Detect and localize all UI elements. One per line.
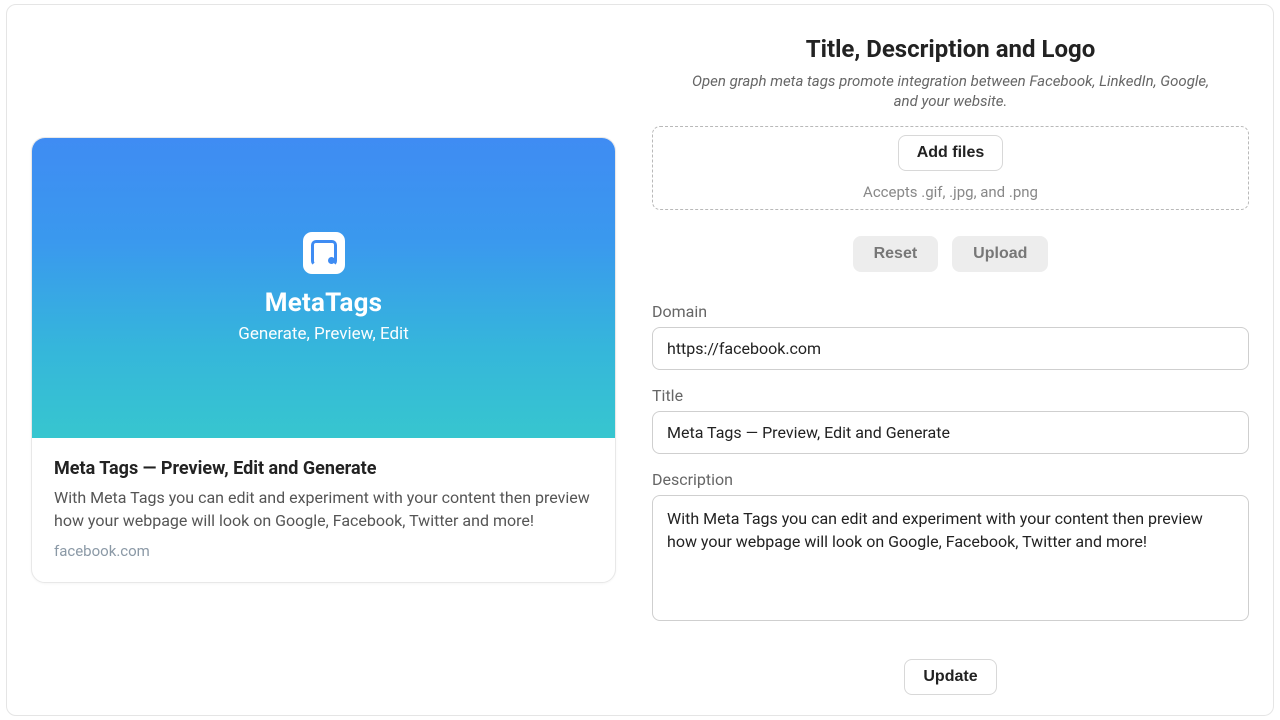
preview-card: MetaTags Generate, Preview, Edit Meta Ta… xyxy=(31,137,616,583)
add-files-button[interactable]: Add files xyxy=(898,135,1004,171)
preview-description: With Meta Tags you can edit and experime… xyxy=(54,487,593,532)
upload-button-row: Reset Upload xyxy=(652,236,1249,272)
domain-field-group: Domain xyxy=(652,302,1249,370)
update-row: Update xyxy=(652,659,1249,695)
description-field-group: Description With Meta Tags you can edit … xyxy=(652,470,1249,625)
preview-column: MetaTags Generate, Preview, Edit Meta Ta… xyxy=(7,5,640,715)
metatags-logo-icon xyxy=(303,232,345,274)
section-title: Title, Description and Logo xyxy=(652,35,1249,63)
preview-domain: facebook.com xyxy=(54,542,593,560)
title-field-group: Title xyxy=(652,386,1249,454)
file-dropzone[interactable]: Add files Accepts .gif, .jpg, and .png xyxy=(652,126,1249,211)
preview-title: Meta Tags — Preview, Edit and Generate xyxy=(54,458,593,479)
preview-hero: MetaTags Generate, Preview, Edit xyxy=(32,138,615,438)
update-button[interactable]: Update xyxy=(904,659,996,695)
title-input[interactable] xyxy=(652,411,1249,454)
preview-hero-tagline: Generate, Preview, Edit xyxy=(238,324,409,344)
main-panel: MetaTags Generate, Preview, Edit Meta Ta… xyxy=(6,4,1274,716)
preview-hero-brand: MetaTags xyxy=(265,288,382,318)
upload-button[interactable]: Upload xyxy=(952,236,1048,272)
description-label: Description xyxy=(652,470,1249,489)
domain-label: Domain xyxy=(652,302,1249,321)
reset-button[interactable]: Reset xyxy=(853,236,939,272)
title-label: Title xyxy=(652,386,1249,405)
preview-body: Meta Tags — Preview, Edit and Generate W… xyxy=(32,438,615,582)
description-textarea[interactable]: With Meta Tags you can edit and experime… xyxy=(652,495,1249,621)
domain-input[interactable] xyxy=(652,327,1249,370)
form-column: Title, Description and Logo Open graph m… xyxy=(640,5,1273,715)
dropzone-accepts-text: Accepts .gif, .jpg, and .png xyxy=(863,183,1038,201)
section-subtitle: Open graph meta tags promote integration… xyxy=(681,71,1221,112)
